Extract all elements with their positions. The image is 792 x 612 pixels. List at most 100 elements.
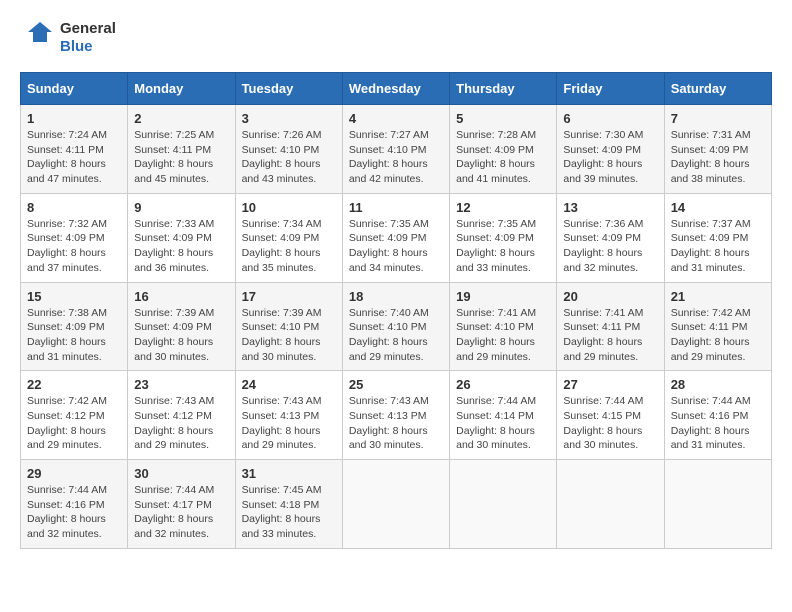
day-cell: 5 Sunrise: 7:28 AMSunset: 4:09 PMDayligh… <box>450 105 557 194</box>
logo-text-general: General <box>60 20 116 38</box>
day-number: 16 <box>134 289 228 304</box>
day-number: 14 <box>671 200 765 215</box>
day-cell: 26 Sunrise: 7:44 AMSunset: 4:14 PMDaylig… <box>450 371 557 460</box>
day-cell: 16 Sunrise: 7:39 AMSunset: 4:09 PMDaylig… <box>128 282 235 371</box>
day-detail: Sunrise: 7:43 AMSunset: 4:12 PMDaylight:… <box>134 395 214 451</box>
day-number: 30 <box>134 466 228 481</box>
day-cell: 31 Sunrise: 7:45 AMSunset: 4:18 PMDaylig… <box>235 460 342 549</box>
week-row-3: 15 Sunrise: 7:38 AMSunset: 4:09 PMDaylig… <box>21 282 772 371</box>
day-detail: Sunrise: 7:32 AMSunset: 4:09 PMDaylight:… <box>27 218 107 274</box>
day-detail: Sunrise: 7:39 AMSunset: 4:09 PMDaylight:… <box>134 307 214 363</box>
day-number: 31 <box>242 466 336 481</box>
day-number: 25 <box>349 377 443 392</box>
day-cell: 8 Sunrise: 7:32 AMSunset: 4:09 PMDayligh… <box>21 193 128 282</box>
header-row: SundayMondayTuesdayWednesdayThursdayFrid… <box>21 73 772 105</box>
week-row-1: 1 Sunrise: 7:24 AMSunset: 4:11 PMDayligh… <box>21 105 772 194</box>
day-number: 29 <box>27 466 121 481</box>
day-cell: 22 Sunrise: 7:42 AMSunset: 4:12 PMDaylig… <box>21 371 128 460</box>
week-row-5: 29 Sunrise: 7:44 AMSunset: 4:16 PMDaylig… <box>21 460 772 549</box>
day-number: 21 <box>671 289 765 304</box>
day-detail: Sunrise: 7:24 AMSunset: 4:11 PMDaylight:… <box>27 129 107 185</box>
day-cell: 29 Sunrise: 7:44 AMSunset: 4:16 PMDaylig… <box>21 460 128 549</box>
header-cell-friday: Friday <box>557 73 664 105</box>
day-detail: Sunrise: 7:43 AMSunset: 4:13 PMDaylight:… <box>349 395 429 451</box>
header-cell-wednesday: Wednesday <box>342 73 449 105</box>
header-cell-saturday: Saturday <box>664 73 771 105</box>
day-cell: 17 Sunrise: 7:39 AMSunset: 4:10 PMDaylig… <box>235 282 342 371</box>
day-detail: Sunrise: 7:28 AMSunset: 4:09 PMDaylight:… <box>456 129 536 185</box>
day-cell: 11 Sunrise: 7:35 AMSunset: 4:09 PMDaylig… <box>342 193 449 282</box>
header-cell-tuesday: Tuesday <box>235 73 342 105</box>
day-detail: Sunrise: 7:42 AMSunset: 4:11 PMDaylight:… <box>671 307 751 363</box>
day-cell: 4 Sunrise: 7:27 AMSunset: 4:10 PMDayligh… <box>342 105 449 194</box>
week-row-2: 8 Sunrise: 7:32 AMSunset: 4:09 PMDayligh… <box>21 193 772 282</box>
day-number: 20 <box>563 289 657 304</box>
day-cell: 13 Sunrise: 7:36 AMSunset: 4:09 PMDaylig… <box>557 193 664 282</box>
day-detail: Sunrise: 7:37 AMSunset: 4:09 PMDaylight:… <box>671 218 751 274</box>
logo-text-blue: Blue <box>60 38 116 56</box>
day-detail: Sunrise: 7:44 AMSunset: 4:14 PMDaylight:… <box>456 395 536 451</box>
day-cell: 9 Sunrise: 7:33 AMSunset: 4:09 PMDayligh… <box>128 193 235 282</box>
day-detail: Sunrise: 7:31 AMSunset: 4:09 PMDaylight:… <box>671 129 751 185</box>
day-detail: Sunrise: 7:41 AMSunset: 4:10 PMDaylight:… <box>456 307 536 363</box>
day-cell: 20 Sunrise: 7:41 AMSunset: 4:11 PMDaylig… <box>557 282 664 371</box>
day-cell: 1 Sunrise: 7:24 AMSunset: 4:11 PMDayligh… <box>21 105 128 194</box>
day-detail: Sunrise: 7:34 AMSunset: 4:09 PMDaylight:… <box>242 218 322 274</box>
day-cell: 15 Sunrise: 7:38 AMSunset: 4:09 PMDaylig… <box>21 282 128 371</box>
day-number: 17 <box>242 289 336 304</box>
day-detail: Sunrise: 7:42 AMSunset: 4:12 PMDaylight:… <box>27 395 107 451</box>
day-cell: 7 Sunrise: 7:31 AMSunset: 4:09 PMDayligh… <box>664 105 771 194</box>
day-number: 24 <box>242 377 336 392</box>
day-cell: 30 Sunrise: 7:44 AMSunset: 4:17 PMDaylig… <box>128 460 235 549</box>
day-number: 8 <box>27 200 121 215</box>
day-cell: 6 Sunrise: 7:30 AMSunset: 4:09 PMDayligh… <box>557 105 664 194</box>
day-detail: Sunrise: 7:38 AMSunset: 4:09 PMDaylight:… <box>27 307 107 363</box>
day-detail: Sunrise: 7:39 AMSunset: 4:10 PMDaylight:… <box>242 307 322 363</box>
day-number: 26 <box>456 377 550 392</box>
day-detail: Sunrise: 7:36 AMSunset: 4:09 PMDaylight:… <box>563 218 643 274</box>
header-cell-sunday: Sunday <box>21 73 128 105</box>
day-detail: Sunrise: 7:41 AMSunset: 4:11 PMDaylight:… <box>563 307 643 363</box>
logo-svg <box>20 20 56 56</box>
day-number: 18 <box>349 289 443 304</box>
day-detail: Sunrise: 7:44 AMSunset: 4:16 PMDaylight:… <box>27 484 107 540</box>
day-detail: Sunrise: 7:35 AMSunset: 4:09 PMDaylight:… <box>456 218 536 274</box>
day-number: 22 <box>27 377 121 392</box>
day-detail: Sunrise: 7:43 AMSunset: 4:13 PMDaylight:… <box>242 395 322 451</box>
day-cell: 25 Sunrise: 7:43 AMSunset: 4:13 PMDaylig… <box>342 371 449 460</box>
day-number: 3 <box>242 111 336 126</box>
day-cell: 23 Sunrise: 7:43 AMSunset: 4:12 PMDaylig… <box>128 371 235 460</box>
week-row-4: 22 Sunrise: 7:42 AMSunset: 4:12 PMDaylig… <box>21 371 772 460</box>
day-cell: 28 Sunrise: 7:44 AMSunset: 4:16 PMDaylig… <box>664 371 771 460</box>
day-detail: Sunrise: 7:26 AMSunset: 4:10 PMDaylight:… <box>242 129 322 185</box>
day-detail: Sunrise: 7:44 AMSunset: 4:17 PMDaylight:… <box>134 484 214 540</box>
day-cell: 27 Sunrise: 7:44 AMSunset: 4:15 PMDaylig… <box>557 371 664 460</box>
day-number: 12 <box>456 200 550 215</box>
day-detail: Sunrise: 7:35 AMSunset: 4:09 PMDaylight:… <box>349 218 429 274</box>
day-cell <box>342 460 449 549</box>
day-detail: Sunrise: 7:33 AMSunset: 4:09 PMDaylight:… <box>134 218 214 274</box>
day-number: 9 <box>134 200 228 215</box>
day-cell: 21 Sunrise: 7:42 AMSunset: 4:11 PMDaylig… <box>664 282 771 371</box>
calendar-table: SundayMondayTuesdayWednesdayThursdayFrid… <box>20 72 772 549</box>
day-number: 10 <box>242 200 336 215</box>
day-cell: 3 Sunrise: 7:26 AMSunset: 4:10 PMDayligh… <box>235 105 342 194</box>
day-number: 19 <box>456 289 550 304</box>
logo: General Blue <box>20 20 116 56</box>
day-number: 15 <box>27 289 121 304</box>
day-number: 1 <box>27 111 121 126</box>
day-cell: 10 Sunrise: 7:34 AMSunset: 4:09 PMDaylig… <box>235 193 342 282</box>
header-cell-thursday: Thursday <box>450 73 557 105</box>
day-number: 6 <box>563 111 657 126</box>
day-number: 2 <box>134 111 228 126</box>
day-cell: 19 Sunrise: 7:41 AMSunset: 4:10 PMDaylig… <box>450 282 557 371</box>
day-number: 13 <box>563 200 657 215</box>
day-number: 28 <box>671 377 765 392</box>
day-number: 5 <box>456 111 550 126</box>
day-cell: 12 Sunrise: 7:35 AMSunset: 4:09 PMDaylig… <box>450 193 557 282</box>
day-cell: 24 Sunrise: 7:43 AMSunset: 4:13 PMDaylig… <box>235 371 342 460</box>
day-detail: Sunrise: 7:44 AMSunset: 4:15 PMDaylight:… <box>563 395 643 451</box>
day-number: 4 <box>349 111 443 126</box>
day-cell: 18 Sunrise: 7:40 AMSunset: 4:10 PMDaylig… <box>342 282 449 371</box>
day-cell <box>557 460 664 549</box>
